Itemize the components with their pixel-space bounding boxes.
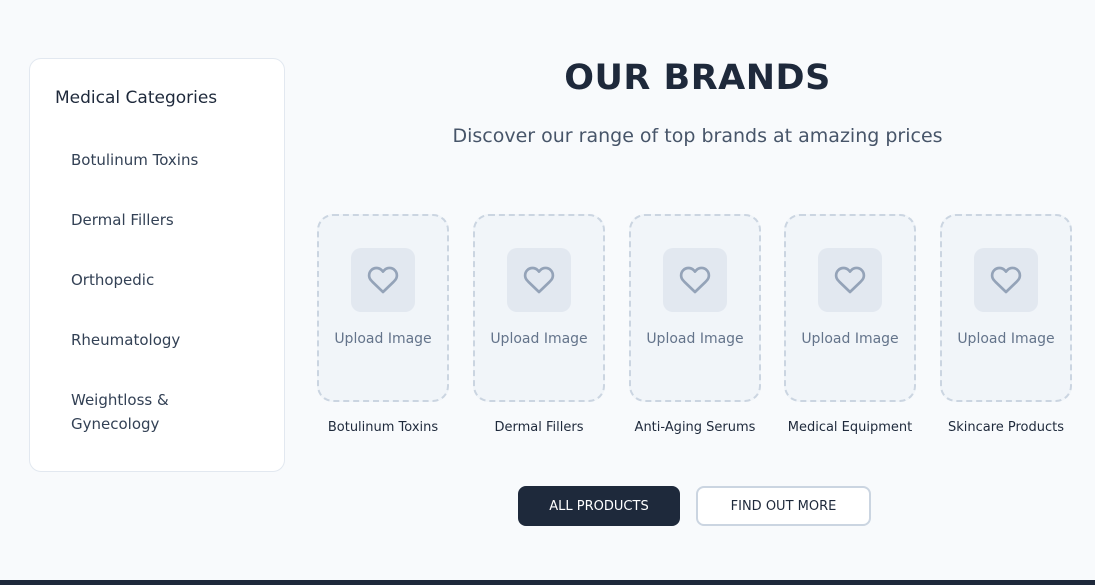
icon-tile [507, 248, 571, 312]
brand-name: Medical Equipment [787, 420, 913, 435]
brand-name: Skincare Products [947, 420, 1065, 435]
icon-tile [663, 248, 727, 312]
brand-card: Upload Image Dermal Fillers [473, 214, 605, 435]
brands-subtitle: Discover our range of top brands at amaz… [452, 125, 943, 147]
upload-image-dropzone[interactable]: Upload Image [473, 214, 605, 402]
upload-image-dropzone[interactable]: Upload Image [784, 214, 916, 402]
upload-image-dropzone[interactable]: Upload Image [940, 214, 1072, 402]
sidebar-item-weightloss-gynecology[interactable]: Weightloss & Gynecology [71, 388, 211, 436]
upload-image-label: Upload Image [334, 331, 432, 347]
sidebar-item-orthopedic[interactable]: Orthopedic [71, 268, 271, 292]
page: Medical Categories Botulinum Toxins Derm… [0, 0, 1095, 585]
all-products-button[interactable]: ALL PRODUCTS [518, 486, 680, 526]
upload-image-dropzone[interactable]: Upload Image [629, 214, 761, 402]
sidebar-item-botulinum-toxins[interactable]: Botulinum Toxins [71, 148, 271, 172]
upload-image-label: Upload Image [801, 331, 899, 347]
brand-name: Dermal Fillers [494, 420, 584, 435]
heart-icon [367, 266, 399, 294]
find-out-more-button[interactable]: FIND OUT MORE [696, 486, 871, 526]
brand-name: Anti-Aging Serums [634, 420, 756, 435]
heart-icon [834, 266, 866, 294]
brands-title: OUR BRANDS [564, 58, 831, 98]
footer-bar [0, 580, 1095, 585]
upload-image-label: Upload Image [490, 331, 588, 347]
brand-card: Upload Image Botulinum Toxins [317, 214, 449, 435]
upload-image-label: Upload Image [957, 331, 1055, 347]
icon-tile [818, 248, 882, 312]
icon-tile [351, 248, 415, 312]
brand-card: Upload Image Anti-Aging Serums [629, 214, 761, 435]
upload-image-label: Upload Image [646, 331, 744, 347]
sidebar-item-dermal-fillers[interactable]: Dermal Fillers [71, 208, 271, 232]
categories-sidebar: Medical Categories Botulinum Toxins Derm… [29, 58, 285, 472]
heart-icon [990, 266, 1022, 294]
sidebar-item-rheumatology[interactable]: Rheumatology [71, 328, 271, 352]
icon-tile [974, 248, 1038, 312]
brand-card: Upload Image Medical Equipment [784, 214, 916, 435]
heart-icon [523, 266, 555, 294]
brand-name: Botulinum Toxins [327, 420, 439, 435]
heart-icon [679, 266, 711, 294]
upload-image-dropzone[interactable]: Upload Image [317, 214, 449, 402]
brand-card: Upload Image Skincare Products [940, 214, 1072, 435]
